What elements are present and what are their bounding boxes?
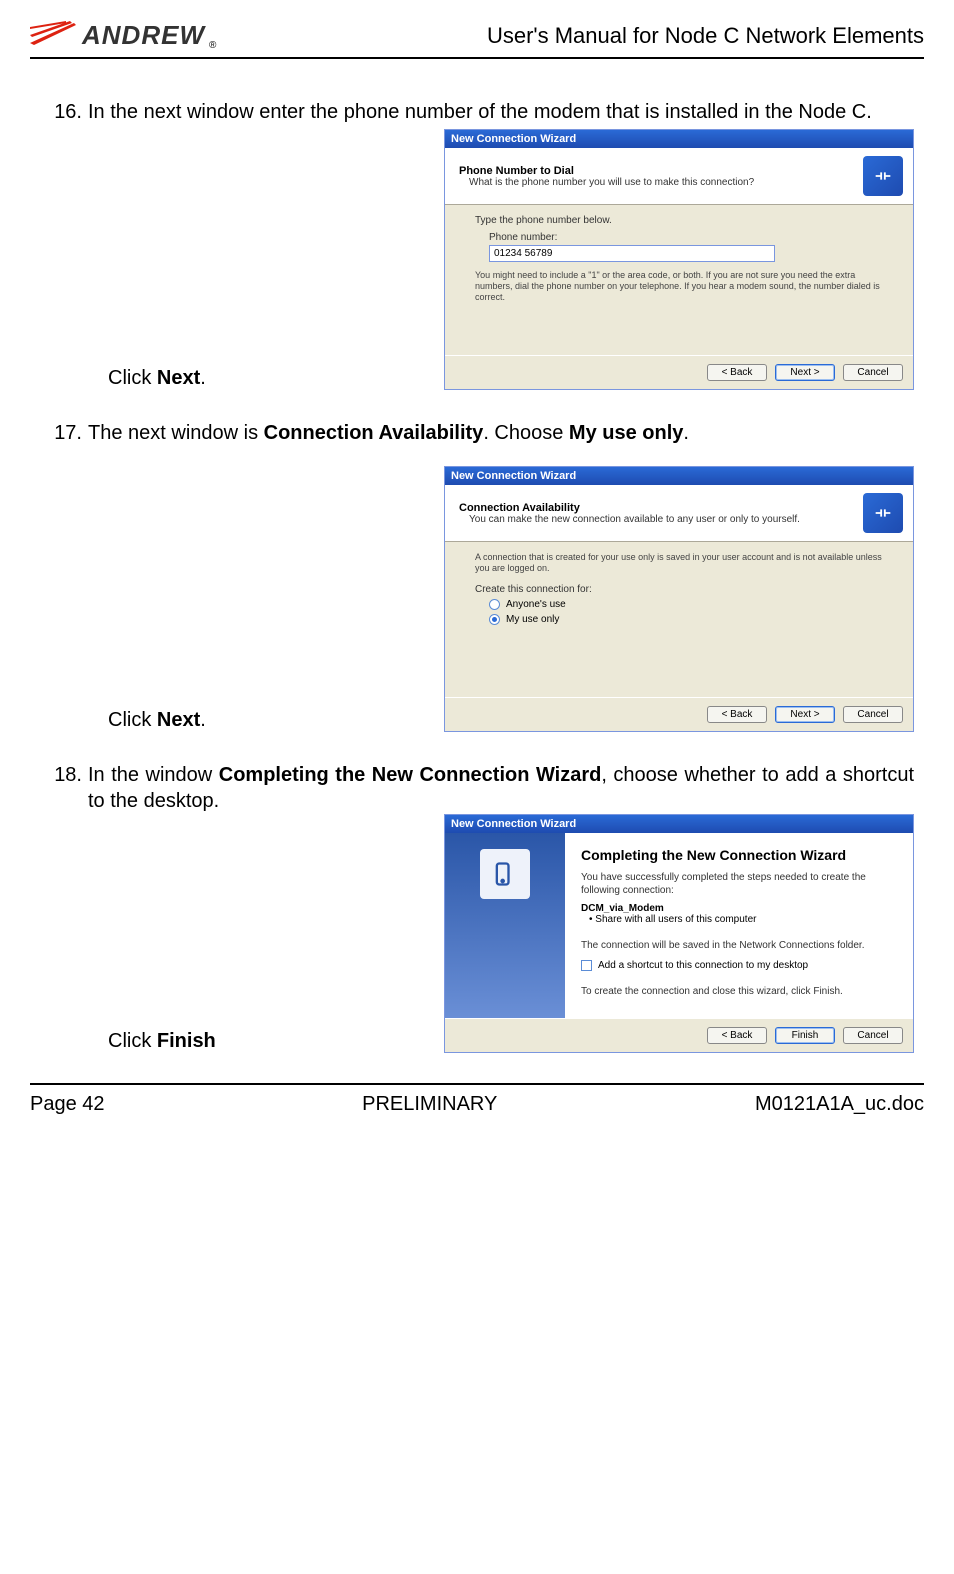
shortcut-checkbox-label: Add a shortcut to this connection to my … (598, 960, 808, 971)
wizard3-titlebar: New Connection Wizard (445, 815, 913, 833)
radio-icon (489, 599, 500, 610)
wizard-connection-availability: New Connection Wizard Connection Availab… (444, 466, 914, 732)
wizard-completing: New Connection Wizard Completing the New… (444, 814, 914, 1053)
step-18-click: Click Finish (108, 1030, 216, 1053)
step-17: 17. The next window is Connection Availa… (50, 420, 914, 732)
wizard1-next-button[interactable]: Next > (775, 364, 835, 381)
logo-text: ANDREW (82, 20, 205, 51)
logo-registered-icon: ® (209, 40, 216, 51)
wizard1-hint: You might need to include a "1" or the a… (475, 270, 883, 302)
wizard2-create-label: Create this connection for: (475, 584, 883, 595)
wizard2-header-sub: You can make the new connection availabl… (469, 514, 853, 525)
wizard3-bullet: • Share with all users of this computer (589, 914, 897, 925)
step-17-number: 17. (50, 420, 82, 446)
wizard2-cancel-button[interactable]: Cancel (843, 706, 903, 723)
wizard1-back-button[interactable]: < Back (707, 364, 767, 381)
page-header: ANDREW ® User's Manual for Node C Networ… (30, 20, 924, 59)
wizard1-titlebar: New Connection Wizard (445, 130, 913, 148)
wizard2-titlebar: New Connection Wizard (445, 467, 913, 485)
footer-page: Page 42 (30, 1093, 105, 1116)
wizard1-body-label: Type the phone number below. (475, 215, 883, 226)
wizard3-complete-title: Completing the New Connection Wizard (581, 847, 897, 863)
footer-status: PRELIMINARY (362, 1093, 497, 1116)
radio-myuse-label: My use only (506, 614, 559, 625)
step-18: 18. In the window Completing the New Con… (50, 762, 914, 1053)
step-17-text: The next window is Connection Availabili… (88, 420, 914, 446)
logo-stripes-icon (30, 21, 78, 51)
wizard1-header-sub: What is the phone number you will use to… (469, 177, 853, 188)
wizard3-finish-button[interactable]: Finish (775, 1027, 835, 1044)
wizard3-line3: To create the connection and close this … (581, 985, 897, 998)
wizard3-conn-name: DCM_via_Modem (581, 903, 897, 914)
wizard1-header-title: Phone Number to Dial (459, 165, 853, 177)
wizard2-back-button[interactable]: < Back (707, 706, 767, 723)
footer-doc: M0121A1A_uc.doc (755, 1093, 924, 1116)
step-16: 16. In the next window enter the phone n… (50, 99, 914, 390)
radio-anyone[interactable]: Anyone's use (489, 599, 883, 610)
checkbox-icon (581, 960, 592, 971)
step-16-number: 16. (50, 99, 82, 125)
radio-anyone-label: Anyone's use (506, 599, 566, 610)
page-footer: Page 42 PRELIMINARY M0121A1A_uc.doc (30, 1083, 924, 1116)
logo: ANDREW ® (30, 20, 216, 51)
shortcut-checkbox-row[interactable]: Add a shortcut to this connection to my … (581, 960, 897, 971)
wizard2-next-button[interactable]: Next > (775, 706, 835, 723)
connection-icon (863, 493, 903, 533)
wizard3-line1: You have successfully completed the step… (581, 871, 897, 897)
phone-number-input[interactable] (489, 245, 775, 262)
radio-my-use-only[interactable]: My use only (489, 614, 883, 625)
step-18-number: 18. (50, 762, 82, 814)
wizard2-header-title: Connection Availability (459, 502, 853, 514)
wizard1-field-label: Phone number: (489, 232, 883, 243)
step-16-click: Click Next. (108, 367, 206, 390)
wizard3-cancel-button[interactable]: Cancel (843, 1027, 903, 1044)
radio-checked-icon (489, 614, 500, 625)
wizard3-back-button[interactable]: < Back (707, 1027, 767, 1044)
wizard3-line2: The connection will be saved in the Netw… (581, 939, 897, 952)
document-title: User's Manual for Node C Network Element… (487, 23, 924, 49)
wizard-phone-number: New Connection Wizard Phone Number to Di… (444, 129, 914, 390)
wizard2-body-text: A connection that is created for your us… (475, 552, 883, 574)
step-16-text: In the next window enter the phone numbe… (88, 99, 914, 125)
step-18-text: In the window Completing the New Connect… (88, 762, 914, 814)
wizard1-cancel-button[interactable]: Cancel (843, 364, 903, 381)
wizard3-side-panel (445, 833, 565, 1018)
step-17-click: Click Next. (108, 709, 206, 732)
connection-icon (863, 156, 903, 196)
wizard-complete-icon (480, 849, 530, 899)
